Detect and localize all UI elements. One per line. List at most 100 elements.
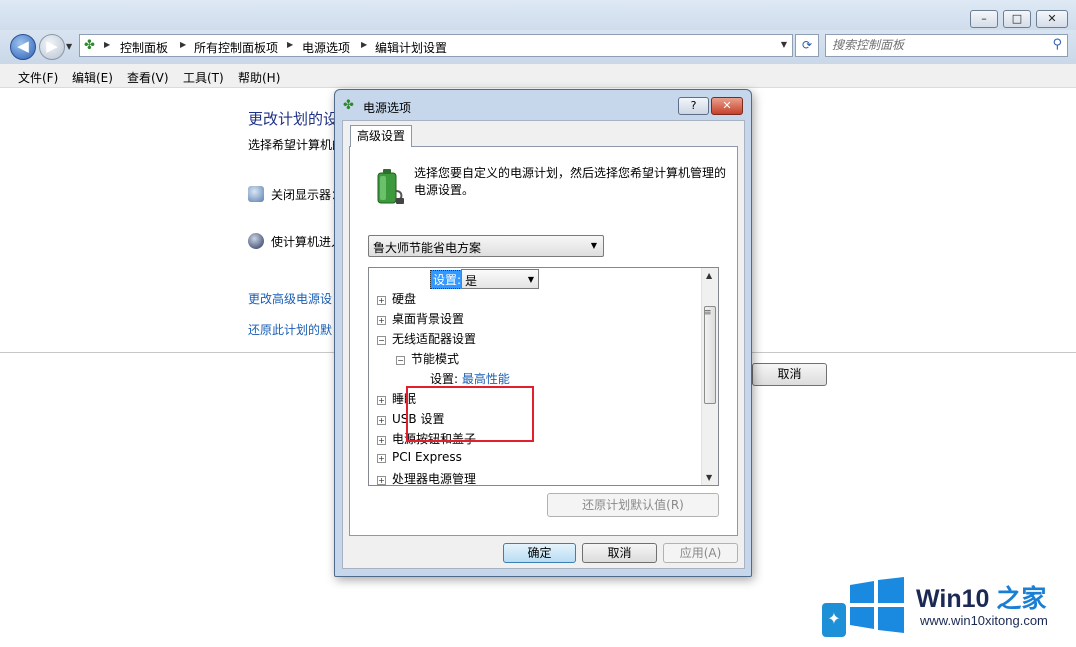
tree-item-power-saving-setting[interactable]: 设置: 最高性能	[430, 370, 510, 390]
tree-setting-value: 是	[465, 274, 478, 288]
chevron-down-icon: ▼	[590, 241, 597, 250]
control-panel-icon: ✤	[84, 38, 95, 53]
breadcrumb-all-items[interactable]: 所有控制面板项	[194, 39, 278, 56]
tree-item-label: 节能模式	[411, 352, 460, 366]
tree-item-wireless-adapter[interactable]: − 无线适配器设置	[377, 330, 476, 350]
tree-item-usb[interactable]: + USB 设置	[377, 410, 444, 430]
help-button[interactable]: ?	[678, 97, 709, 115]
tree-setting-label[interactable]: 设置:	[430, 270, 465, 289]
watermark-url: www.win10xitong.com	[920, 613, 1048, 628]
grip-icon: ≡	[704, 308, 712, 318]
tab-panel: 选择您要自定义的电源计划，然后选择您希望计算机管理的电源设置。 鲁大师节能省电方…	[349, 146, 738, 536]
tree-setting-value[interactable]: 最高性能	[462, 372, 510, 386]
battery-plug-icon	[377, 169, 404, 204]
breadcrumb-separator[interactable]: ▶	[104, 40, 110, 49]
menu-tools[interactable]: 工具(T)	[183, 69, 224, 86]
restore-plan-defaults-button[interactable]: 还原计划默认值(R)	[547, 493, 719, 517]
power-options-dialog: ✤ 电源选项 ? ✕ 高级设置 选择您要自定义的电源计划，然后选择您希望计算机管…	[334, 89, 752, 577]
tree-setting-label: 设置:	[430, 372, 459, 386]
power-plan-select[interactable]: 鲁大师节能省电方案 ▼	[368, 235, 604, 257]
tree-item-label: 处理器电源管理	[392, 472, 477, 486]
expand-icon[interactable]: +	[377, 296, 386, 305]
chevron-down-icon: ▼	[527, 275, 534, 284]
moon-icon	[248, 233, 264, 249]
change-advanced-settings-link[interactable]: 更改高级电源设	[248, 290, 332, 307]
page-title: 更改计划的设	[248, 110, 339, 128]
tree-scrollbar[interactable]: ▲ ≡ ▼	[701, 268, 718, 485]
windows-logo-icon	[850, 577, 904, 633]
settings-tree[interactable]: 设置: 是 ▼ + 硬盘 + 桌面背景设置 − 无线适配器设置 − 节能模式 设…	[368, 267, 719, 486]
expand-icon[interactable]: +	[377, 416, 386, 425]
tree-item-power-buttons[interactable]: + 电源按钮和盖子	[377, 430, 476, 450]
menu-file[interactable]: 文件(F)	[18, 69, 58, 86]
tree-item-desktop-background[interactable]: + 桌面背景设置	[377, 310, 464, 330]
expand-icon[interactable]: +	[377, 436, 386, 445]
tree-item-label: 睡眠	[392, 392, 417, 406]
address-bar[interactable]: ✤ ▶ 控制面板 ▶ 所有控制面板项 ▶ 电源选项 ▶ 编辑计划设置 ▼	[79, 34, 793, 57]
page-subtitle: 选择希望计算机的	[248, 138, 345, 152]
close-window-button[interactable]: ✕	[1036, 10, 1068, 28]
breadcrumb-separator[interactable]: ▶	[287, 40, 293, 49]
cancel-button[interactable]: 取消	[582, 543, 657, 563]
back-button[interactable]: ◀	[10, 34, 36, 60]
turn-off-display-label: 关闭显示器：	[271, 188, 344, 202]
restore-defaults-link[interactable]: 还原此计划的默	[248, 321, 332, 338]
sleep-label: 使计算机进入	[271, 235, 344, 249]
scroll-up-icon[interactable]: ▲	[706, 271, 712, 280]
dialog-title: 电源选项	[363, 101, 412, 115]
address-dropdown-icon[interactable]: ▼	[781, 40, 787, 49]
dialog-close-button[interactable]: ✕	[711, 97, 743, 115]
maximize-button[interactable]: □	[1003, 10, 1031, 28]
dialog-body: 高级设置 选择您要自定义的电源计划，然后选择您希望计算机管理的电源设置。 鲁大师…	[342, 120, 745, 569]
expand-icon[interactable]: +	[377, 396, 386, 405]
collapse-icon[interactable]: −	[377, 336, 386, 345]
intro-text: 选择您要自定义的电源计划，然后选择您希望计算机管理的电源设置。	[414, 166, 727, 197]
search-input[interactable]	[832, 38, 1042, 52]
menu-bar: 文件(F) 编辑(E) 查看(V) 工具(T) 帮助(H)	[0, 64, 1076, 88]
tree-item-label: PCI Express	[392, 450, 462, 464]
menu-edit[interactable]: 编辑(E)	[72, 69, 113, 86]
breadcrumb-separator[interactable]: ▶	[361, 40, 367, 49]
sleep-row: 使计算机进入	[248, 233, 343, 250]
watermark-brand-accent: 之家	[989, 585, 1047, 613]
turn-off-display-row: 关闭显示器：	[248, 186, 343, 203]
search-icon[interactable]: ⚲	[1052, 37, 1062, 52]
tree-item-label: 硬盘	[392, 292, 417, 306]
ok-button[interactable]: 确定	[503, 543, 576, 563]
minimize-button[interactable]: –	[970, 10, 998, 28]
breadcrumb-separator[interactable]: ▶	[180, 40, 186, 49]
apply-button[interactable]: 应用(A)	[663, 543, 738, 563]
forward-button[interactable]: ▶	[39, 34, 65, 60]
tree-item-label: 无线适配器设置	[392, 332, 477, 346]
refresh-button[interactable]: ⟳	[795, 34, 819, 57]
breadcrumb-control-panel[interactable]: 控制面板	[120, 39, 168, 56]
power-plan-value: 鲁大师节能省电方案	[373, 241, 482, 255]
scroll-down-icon[interactable]: ▼	[706, 473, 712, 482]
menu-help[interactable]: 帮助(H)	[238, 69, 280, 86]
tree-item-power-saving-mode[interactable]: − 节能模式	[396, 350, 459, 370]
recent-pages-dropdown[interactable]: ▼	[66, 42, 72, 51]
tree-item-hard-disk[interactable]: + 硬盘	[377, 290, 416, 310]
bird-logo-icon: ✦	[822, 603, 846, 637]
power-options-icon: ✤	[343, 98, 354, 113]
tree-item-label: 电源按钮和盖子	[392, 432, 477, 446]
collapse-icon[interactable]: −	[396, 356, 405, 365]
scroll-thumb[interactable]	[704, 306, 716, 404]
watermark-brand-main: Win10	[916, 585, 990, 613]
tree-item-label: USB 设置	[392, 412, 445, 426]
breadcrumb-edit-plan[interactable]: 编辑计划设置	[375, 39, 447, 56]
expand-icon[interactable]: +	[377, 476, 386, 485]
tree-setting-select[interactable]: 是 ▼	[461, 269, 539, 289]
tree-item-sleep[interactable]: + 睡眠	[377, 390, 416, 410]
page-cancel-button[interactable]: 取消	[752, 363, 827, 386]
tree-item-label: 桌面背景设置	[392, 312, 465, 326]
expand-icon[interactable]: +	[377, 316, 386, 325]
window-titlebar: – □ ✕	[0, 0, 1076, 30]
tree-item-processor[interactable]: + 处理器电源管理	[377, 470, 477, 486]
tree-item-pci-express[interactable]: + PCI Express	[377, 450, 462, 470]
expand-icon[interactable]: +	[377, 454, 386, 463]
clock-icon	[248, 186, 264, 202]
menu-view[interactable]: 查看(V)	[127, 69, 169, 86]
tab-advanced-settings[interactable]: 高级设置	[350, 125, 412, 147]
breadcrumb-power-options[interactable]: 电源选项	[302, 39, 350, 56]
